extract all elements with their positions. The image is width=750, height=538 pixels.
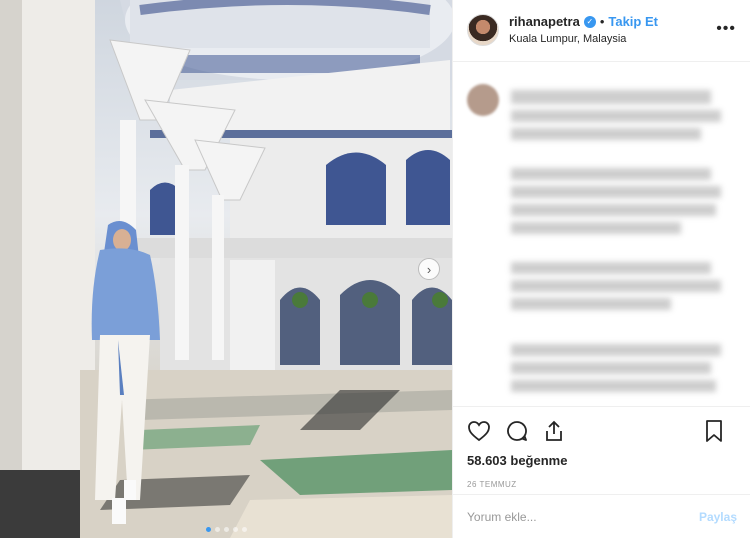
carousel-dot — [241, 527, 247, 532]
post-date[interactable]: 26 TEMMUZ — [467, 480, 737, 489]
action-icons-row — [467, 417, 737, 445]
carousel-dot — [232, 527, 238, 532]
post-header: rihanapetra ✓ • Takip Et Kuala Lumpur, M… — [453, 0, 750, 62]
carousel-dot — [214, 527, 220, 532]
blurred-text — [511, 262, 711, 274]
commenter-avatar — [467, 84, 499, 116]
post-actions: 58.603 beğenme 26 TEMMUZ — [453, 406, 750, 489]
blurred-text — [511, 128, 701, 140]
post-photo[interactable]: › — [0, 0, 452, 538]
separator: • — [599, 14, 605, 29]
blurred-text — [511, 222, 681, 234]
likes-count[interactable]: 58.603 beğenme — [467, 453, 737, 468]
more-options-icon[interactable]: ••• — [716, 20, 736, 38]
comment-icon[interactable] — [505, 419, 529, 443]
location-link[interactable]: Kuala Lumpur, Malaysia — [509, 33, 658, 45]
blurred-text — [511, 168, 711, 180]
blurred-text — [511, 280, 721, 292]
blurred-text — [511, 380, 716, 392]
comment-box: Paylaş — [453, 494, 750, 538]
bookmark-icon[interactable] — [705, 419, 723, 443]
heart-icon[interactable] — [467, 420, 491, 442]
chevron-right-icon: › — [426, 261, 432, 277]
carousel-next-button[interactable]: › — [418, 258, 440, 280]
blurred-text — [511, 110, 721, 122]
post-comment-button[interactable]: Paylaş — [699, 510, 737, 524]
follow-button[interactable]: Takip Et — [608, 14, 658, 29]
username-link[interactable]: rihanapetra — [509, 14, 580, 29]
verified-badge-icon: ✓ — [583, 15, 596, 28]
blurred-text — [511, 298, 671, 310]
blurred-text — [511, 186, 721, 198]
blurred-text — [511, 344, 721, 356]
post-side-panel: rihanapetra ✓ • Takip Et Kuala Lumpur, M… — [452, 0, 750, 538]
blurred-text — [511, 90, 711, 104]
avatar[interactable] — [467, 14, 499, 46]
user-line: rihanapetra ✓ • Takip Et — [509, 14, 658, 29]
carousel-dot — [205, 527, 211, 532]
share-icon[interactable] — [543, 419, 565, 443]
comment-input[interactable] — [467, 509, 699, 524]
carousel-dot — [223, 527, 229, 532]
user-info: rihanapetra ✓ • Takip Et Kuala Lumpur, M… — [509, 14, 658, 61]
blurred-text — [511, 362, 711, 374]
carousel-indicator — [0, 527, 452, 532]
blurred-text — [511, 204, 716, 216]
mosque-photo-illustration — [0, 0, 452, 538]
comments-section-blurred — [453, 62, 750, 406]
